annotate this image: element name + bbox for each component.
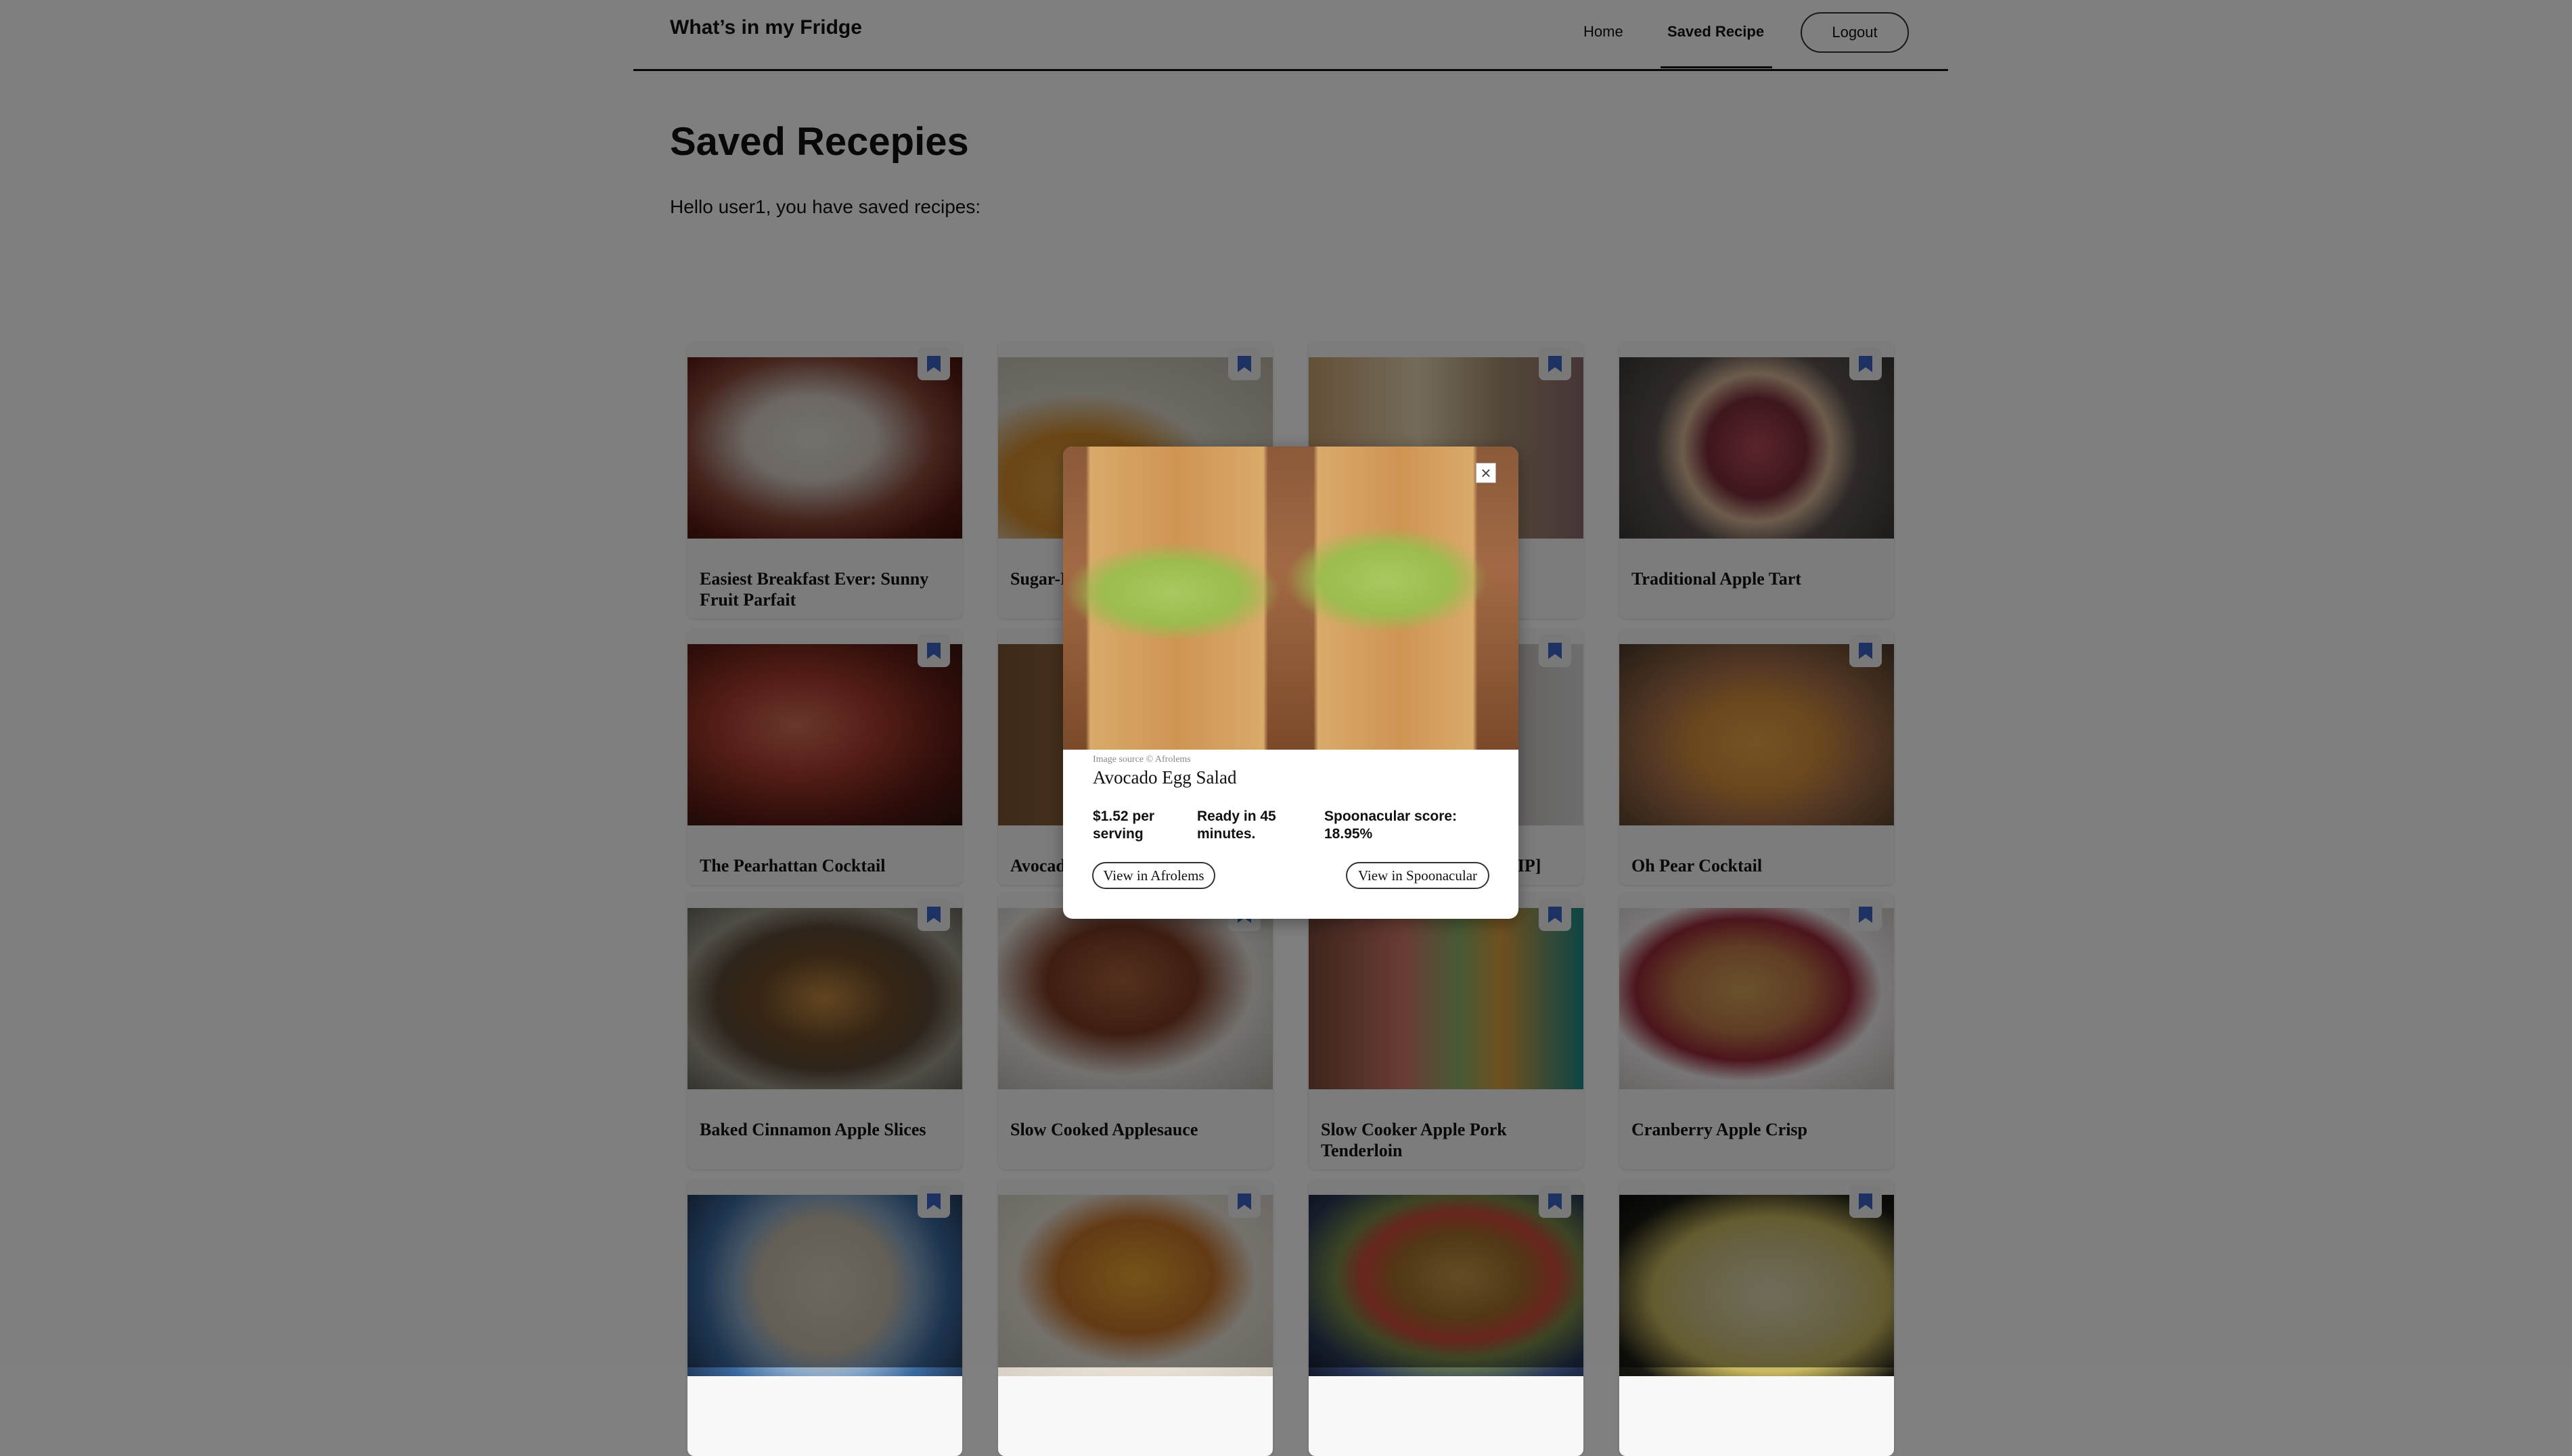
modal-recipe-image [1063, 447, 1518, 750]
price-per-serving: $1.52 per serving [1093, 809, 1155, 842]
recipe-modal: × Image source © Afrolems Avocado Egg Sa… [1063, 447, 1518, 919]
view-source-button[interactable]: View in Afrolems [1092, 862, 1215, 889]
ready-time: Ready in 45 minutes. [1197, 809, 1276, 842]
view-spoonacular-button[interactable]: View in Spoonacular [1346, 862, 1489, 889]
modal-recipe-title: Avocado Egg Salad [1093, 767, 1237, 788]
close-icon[interactable]: × [1476, 463, 1496, 483]
image-credit: Image source © Afrolems [1093, 754, 1191, 765]
spoonacular-score: Spoonacular score: 18.95% [1324, 809, 1458, 842]
